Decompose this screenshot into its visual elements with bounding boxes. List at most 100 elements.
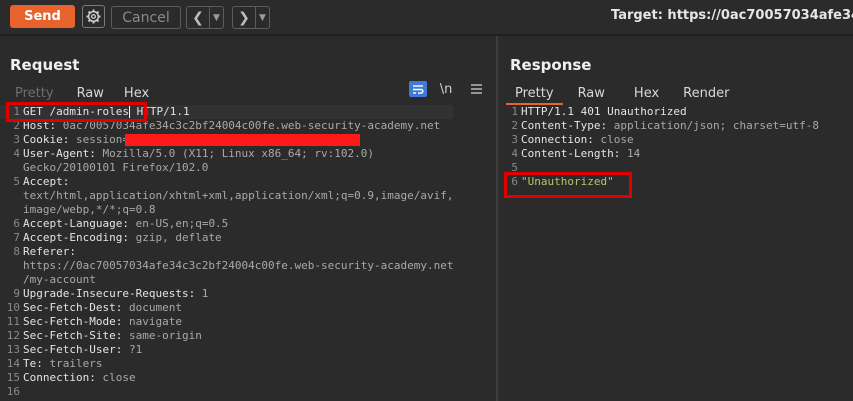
line-content: /my-account bbox=[23, 273, 96, 287]
line-number bbox=[0, 189, 23, 203]
editor-line[interactable]: 6 Accept-Language: en-US,en;q=0.5 bbox=[0, 217, 453, 231]
editor-line[interactable]: 3 Cookie: session= bbox=[0, 133, 453, 147]
line-content: Accept-Language: en-US,en;q=0.5 bbox=[23, 217, 228, 231]
editor-line[interactable]: 14 Te: trailers bbox=[0, 357, 453, 371]
editor-line[interactable]: 13 Sec-Fetch-User: ?1 bbox=[0, 343, 453, 357]
line-content: https://0ac70057034afe34c3c2bf24004c00fe… bbox=[23, 259, 453, 273]
line-number: 11 bbox=[6, 315, 20, 328]
editor-line[interactable]: 7 Accept-Encoding: gzip, deflate bbox=[0, 231, 453, 245]
editor-line[interactable]: 4 User-Agent: Mozilla/5.0 (X11; Linux x86… bbox=[0, 147, 453, 161]
request-tabs: Pretty Raw Hex bbox=[6, 83, 155, 103]
editor-line[interactable]: image/webp,*/*;q=0.8 bbox=[0, 203, 453, 217]
request-menu-button[interactable] bbox=[467, 81, 485, 97]
line-content: Accept: bbox=[23, 175, 69, 189]
line-number bbox=[0, 203, 23, 217]
newline-toggle-button[interactable]: \n bbox=[437, 81, 455, 97]
header-name: Connection: bbox=[23, 371, 96, 384]
line-number: 3 bbox=[13, 133, 20, 146]
response-tabs: Pretty Raw Hex Render bbox=[506, 83, 739, 105]
line-number: 3 bbox=[511, 133, 518, 146]
caret-down-icon: ▼ bbox=[259, 12, 266, 23]
settings-button[interactable] bbox=[82, 5, 105, 28]
line-content: Connection: close bbox=[521, 133, 634, 147]
back-button[interactable]: ❮ bbox=[187, 7, 209, 28]
response-tab-hex[interactable]: Hex bbox=[620, 83, 673, 103]
line-content: Content-Length: 14 bbox=[521, 147, 640, 161]
line-content: Referer: bbox=[23, 245, 76, 259]
header-value: document bbox=[122, 301, 182, 314]
response-tab-pretty[interactable]: Pretty bbox=[506, 83, 563, 105]
request-editor[interactable]: 1 GET /admin-roles HTTP/1.1 2 Host: 0ac7005… bbox=[0, 105, 454, 399]
header-name: Sec-Fetch-Site: bbox=[23, 329, 123, 342]
cancel-button[interactable]: Cancel bbox=[111, 6, 181, 29]
back-history-dropdown[interactable]: ▼ bbox=[209, 7, 223, 28]
line-content: Sec-Fetch-User: ?1 bbox=[23, 343, 142, 357]
wrap-toggle-button[interactable] bbox=[409, 81, 427, 97]
response-panel: Response Pretty Raw Hex Render 1 HTTP/1.1… bbox=[498, 36, 853, 401]
header-value: close bbox=[95, 371, 136, 384]
editor-line[interactable]: /my-account bbox=[0, 273, 453, 287]
editor-line[interactable]: 1 HTTP/1.1 401 Unauthorized bbox=[498, 105, 819, 119]
header-name: Connection: bbox=[521, 133, 594, 146]
request-tab-raw[interactable]: Raw bbox=[63, 83, 118, 103]
line-number bbox=[0, 161, 23, 175]
editor-line[interactable]: text/html,application/xhtml+xml,applicat… bbox=[0, 189, 453, 203]
editor-line[interactable]: 4 Content-Length: 14 bbox=[498, 147, 819, 161]
header-name: Accept: bbox=[23, 175, 70, 188]
line-number: 9 bbox=[13, 287, 20, 300]
line-content: User-Agent: Mozilla/5.0 (X11; Linux x86_… bbox=[23, 147, 374, 161]
line-content: Content-Type: application/json; charset=… bbox=[521, 119, 819, 133]
header-value: /my-account bbox=[23, 273, 96, 286]
target-label[interactable]: Target: https://0ac70057034afe34c3c bbox=[611, 8, 853, 23]
caret-down-icon: ▼ bbox=[213, 12, 220, 23]
line-number: 4 bbox=[511, 147, 518, 160]
header-value: image/webp,*/*;q=0.8 bbox=[23, 203, 156, 216]
editor-line[interactable]: 3 Connection: close bbox=[498, 133, 819, 147]
editor-line[interactable]: 12 Sec-Fetch-Site: same-origin bbox=[0, 329, 453, 343]
path-highlight-box bbox=[6, 102, 147, 122]
chevron-left-icon: ❮ bbox=[192, 9, 204, 26]
header-name: Upgrade-Insecure-Requests: bbox=[23, 287, 196, 300]
line-content: Te: trailers bbox=[23, 357, 102, 371]
send-button[interactable]: Send bbox=[10, 5, 75, 28]
line-number: 6 bbox=[13, 217, 20, 230]
request-tab-hex[interactable]: Hex bbox=[118, 83, 155, 103]
response-tab-render[interactable]: Render bbox=[673, 83, 739, 103]
request-tab-pretty[interactable]: Pretty bbox=[6, 83, 63, 103]
request-title: Request bbox=[10, 56, 80, 74]
header-name: Sec-Fetch-Mode: bbox=[23, 315, 123, 328]
header-value: text/html,application/xhtml+xml,applicat… bbox=[23, 189, 454, 202]
header-value: navigate bbox=[122, 315, 182, 328]
line-content: text/html,application/xhtml+xml,applicat… bbox=[23, 189, 453, 203]
editor-line[interactable]: 8 Referer: bbox=[0, 245, 453, 259]
header-name: Referer: bbox=[23, 245, 76, 258]
line-content: Sec-Fetch-Site: same-origin bbox=[23, 329, 202, 343]
forward-history-dropdown[interactable]: ▼ bbox=[255, 7, 269, 28]
response-tab-raw[interactable]: Raw bbox=[563, 83, 620, 103]
editor-line[interactable]: 10 Sec-Fetch-Dest: document bbox=[0, 301, 453, 315]
editor-line[interactable]: 9 Upgrade-Insecure-Requests: 1 bbox=[0, 287, 453, 301]
header-value: close bbox=[593, 133, 634, 146]
line-number: 5 bbox=[13, 175, 20, 188]
header-name: Sec-Fetch-Dest: bbox=[23, 301, 123, 314]
editor-line[interactable]: 15 Connection: close bbox=[0, 371, 453, 385]
forward-button[interactable]: ❯ bbox=[233, 7, 255, 28]
editor-line[interactable]: 5 Accept: bbox=[0, 175, 453, 189]
header-value: en-US,en;q=0.5 bbox=[128, 217, 229, 230]
line-number: 7 bbox=[13, 231, 20, 244]
editor-line[interactable]: 2 Content-Type: application/json; charset… bbox=[498, 119, 819, 133]
editor-line[interactable]: https://0ac70057034afe34c3c2bf24004c00fe… bbox=[0, 259, 453, 273]
line-content: Sec-Fetch-Dest: document bbox=[23, 301, 182, 315]
redacted-session-value bbox=[124, 134, 360, 146]
header-value: same-origin bbox=[122, 329, 202, 342]
editor-line[interactable]: 16 bbox=[0, 385, 453, 399]
forward-nav-group: ❯ ▼ bbox=[232, 6, 270, 29]
back-nav-group: ❮ ▼ bbox=[186, 6, 224, 29]
line-content: HTTP/1.1 401 Unauthorized bbox=[521, 105, 687, 119]
editor-line[interactable]: Gecko/20100101 Firefox/102.0 bbox=[0, 161, 453, 175]
line-content: Sec-Fetch-Mode: navigate bbox=[23, 315, 182, 329]
editor-line[interactable]: 11 Sec-Fetch-Mode: navigate bbox=[0, 315, 453, 329]
line-number: 13 bbox=[6, 343, 20, 356]
line-content: Upgrade-Insecure-Requests: 1 bbox=[23, 287, 208, 301]
line-number bbox=[0, 273, 23, 287]
